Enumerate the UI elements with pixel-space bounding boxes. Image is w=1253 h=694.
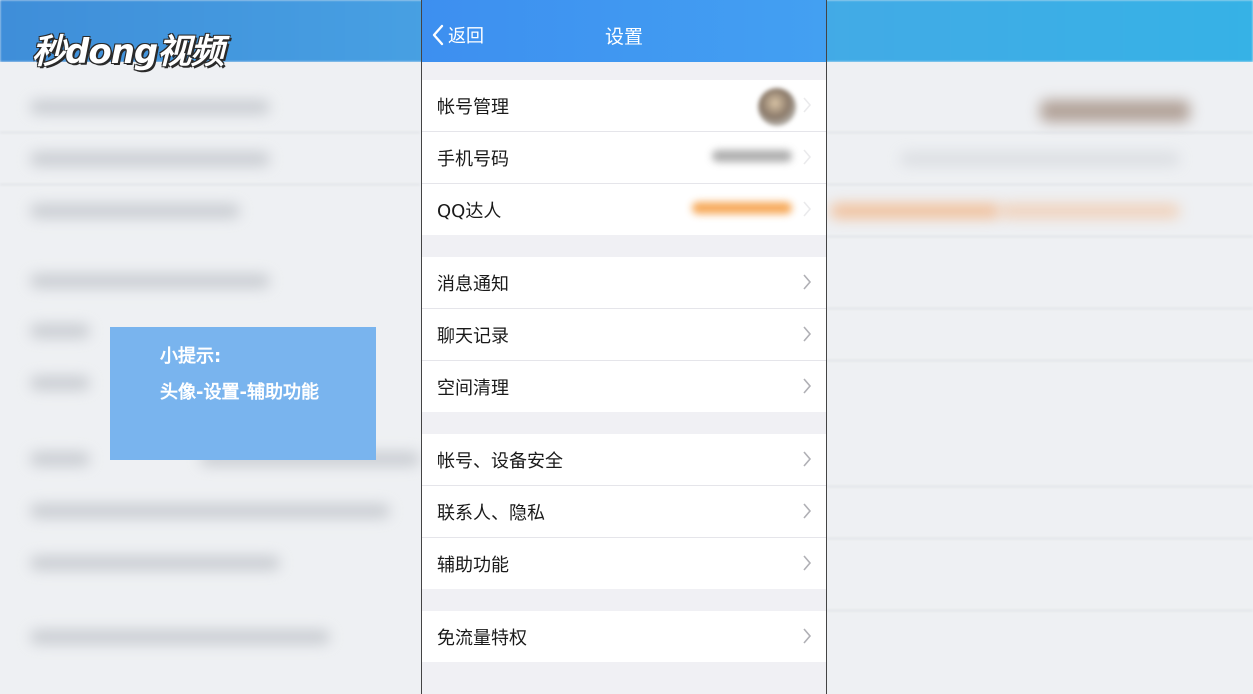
chevron-right-icon (803, 274, 812, 290)
page-title: 设置 (604, 26, 643, 48)
chevron-right-icon (803, 503, 812, 519)
row-accessibility[interactable]: 辅助功能 (422, 538, 826, 589)
row-label: 联系人、隐私 (437, 502, 545, 524)
settings-group-messages: 消息通知 聊天记录 空间清理 (422, 257, 826, 412)
settings-group-account: 帐号管理 手机号码 QQ达人 (422, 80, 826, 235)
phone-number-value-blurred (712, 150, 792, 162)
tip-title: 小提示: (160, 346, 222, 367)
tip-text: 头像-设置-辅助功能 (160, 382, 319, 403)
chevron-right-icon (803, 378, 812, 394)
chevron-right-icon (803, 326, 812, 342)
chevron-right-icon (803, 555, 812, 571)
row-label: 消息通知 (437, 273, 509, 295)
row-storage-cleanup[interactable]: 空间清理 (422, 361, 826, 412)
row-message-notifications[interactable]: 消息通知 (422, 257, 826, 309)
qq-expert-value-blurred (692, 202, 792, 214)
row-account-device-security[interactable]: 帐号、设备安全 (422, 434, 826, 486)
row-account-management[interactable]: 帐号管理 (422, 80, 826, 132)
row-label: 帐号管理 (437, 96, 509, 118)
chevron-right-icon (803, 149, 812, 165)
row-contacts-privacy[interactable]: 联系人、隐私 (422, 486, 826, 538)
chevron-right-icon (803, 451, 812, 467)
row-label: 辅助功能 (437, 554, 509, 576)
row-label: 空间清理 (437, 377, 509, 399)
nav-bar: 返回 设置 (422, 0, 826, 62)
tip-card: 小提示: 头像-设置-辅助功能 (110, 327, 376, 460)
watermark-logo: 秒dong视频 (32, 32, 224, 72)
settings-group-data: 免流量特权 (422, 611, 826, 662)
settings-group-security: 帐号、设备安全 联系人、隐私 辅助功能 (422, 434, 826, 589)
chevron-right-icon (803, 628, 812, 644)
row-chat-history[interactable]: 聊天记录 (422, 309, 826, 361)
row-label: QQ达人 (437, 200, 502, 222)
avatar (758, 88, 796, 126)
row-qq-expert[interactable]: QQ达人 (422, 184, 826, 235)
row-label: 手机号码 (437, 148, 509, 170)
phone-screen: 返回 设置 帐号管理 手机号码 QQ达人 消息通知 聊天记录 空间清理 帐号、设… (421, 0, 827, 694)
row-free-data-privilege[interactable]: 免流量特权 (422, 611, 826, 662)
row-label: 聊天记录 (437, 325, 509, 347)
row-label: 帐号、设备安全 (437, 450, 563, 472)
chevron-right-icon (803, 97, 812, 113)
row-label: 免流量特权 (437, 627, 527, 649)
chevron-right-icon (803, 201, 812, 217)
row-phone-number[interactable]: 手机号码 (422, 132, 826, 184)
